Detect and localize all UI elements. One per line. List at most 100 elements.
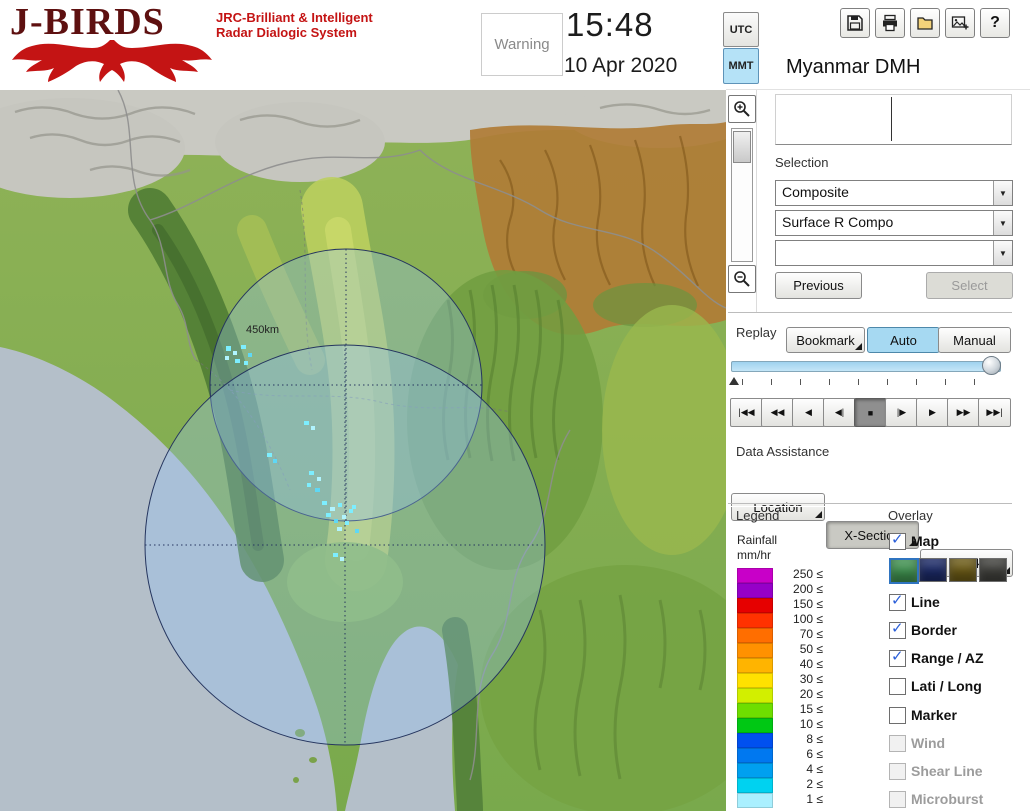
print-button[interactable] — [875, 8, 905, 38]
warning-status-box: Warning — [481, 13, 563, 76]
legend-value: 15 ≤ — [799, 702, 823, 716]
map-zoom-scrollbar[interactable] — [731, 128, 753, 262]
playback-fast-forward-button[interactable]: ▶▶ — [947, 398, 980, 427]
timezone-mmt-button[interactable]: MMT — [723, 48, 759, 84]
replay-auto-button[interactable]: Auto — [867, 327, 940, 353]
save-button[interactable] — [840, 8, 870, 38]
map-style-gray-swatch[interactable] — [979, 558, 1007, 582]
legend-value: 50 ≤ — [799, 642, 823, 656]
chevron-down-icon[interactable] — [993, 241, 1012, 265]
legend-color-swatch — [737, 613, 773, 628]
legend-color-swatch — [737, 688, 773, 703]
border-checkbox[interactable] — [889, 619, 906, 639]
range-az-checkbox[interactable] — [889, 647, 906, 667]
zoom-in-button[interactable] — [728, 95, 756, 123]
legend-row: 20 ≤ — [737, 687, 877, 703]
legend-value: 40 ≤ — [799, 657, 823, 671]
map-style-dark-blue-swatch[interactable] — [919, 558, 947, 582]
map-checkbox[interactable] — [889, 530, 906, 550]
radar-map-canvas[interactable]: 450km — [0, 90, 726, 811]
playback-reverse-button[interactable]: ◀ — [792, 398, 825, 427]
legend-color-swatch — [737, 748, 773, 763]
open-folder-button[interactable] — [910, 8, 940, 38]
timeline-start-marker — [729, 377, 739, 385]
timezone-utc-button[interactable]: UTC — [723, 12, 759, 47]
app-logo-subtitle: JRC-Brilliant & Intelligent Radar Dialog… — [216, 10, 373, 40]
zoom-out-icon — [734, 271, 750, 287]
playback-stop-button[interactable]: ■ — [854, 398, 887, 427]
app-logo-subtitle-line1: JRC-Brilliant & Intelligent — [216, 10, 373, 25]
legend-value: 6 ≤ — [806, 747, 823, 761]
eagle-logo-icon — [12, 40, 212, 82]
marker-checkbox[interactable] — [889, 707, 906, 724]
legend-color-swatch — [737, 583, 773, 598]
control-panel: Selection Composite Surface R Compo Prev… — [726, 90, 1030, 811]
playback-play-button[interactable]: ▶ — [916, 398, 949, 427]
range-ring-label: 450km — [246, 324, 279, 336]
overlay-item-label: Lati / Long — [911, 678, 982, 694]
map-style-olive-swatch[interactable] — [949, 558, 977, 582]
legend-value: 10 ≤ — [799, 717, 823, 731]
text-cursor — [891, 97, 892, 141]
legend-value: 70 ≤ — [799, 627, 823, 641]
replay-timeline-thumb[interactable] — [982, 356, 1001, 375]
replay-timeline-slider[interactable] — [731, 361, 1001, 372]
help-icon: ? — [990, 14, 1000, 31]
legend-color-swatch — [737, 718, 773, 733]
map-style-terrain-swatch[interactable] — [889, 558, 919, 584]
legend-row: 150 ≤ — [737, 597, 877, 613]
message-input-area[interactable] — [775, 94, 1012, 145]
legend-row: 30 ≤ — [737, 672, 877, 688]
lati-long-checkbox[interactable] — [889, 678, 906, 695]
legend-row: 1 ≤ — [737, 792, 877, 808]
product-option-combobox[interactable] — [775, 240, 1013, 266]
playback-skip-start-button[interactable]: |◀◀ — [730, 398, 763, 427]
playback-step-forward-button[interactable]: |▶ — [885, 398, 918, 427]
chevron-down-icon[interactable] — [993, 181, 1012, 205]
overlay-section-label: Overlay — [888, 508, 933, 523]
site-name: Myanmar DMH — [786, 56, 921, 78]
app-logo-subtitle-line2: Radar Dialogic System — [216, 25, 357, 40]
legend-row: 10 ≤ — [737, 717, 877, 733]
header: J-BIRDS JRC-Brilliant & Intelligent Rada… — [0, 0, 1030, 90]
product-group-value: Composite — [782, 184, 849, 200]
legend-color-swatch — [737, 598, 773, 613]
data-assistance-section-label: Data Assistance — [736, 444, 830, 459]
legend-value: 150 ≤ — [793, 597, 823, 611]
legend-color-swatch — [737, 793, 773, 808]
product-value: Surface R Compo — [782, 214, 894, 230]
replay-manual-button[interactable]: Manual — [938, 327, 1011, 353]
playback-skip-end-button[interactable]: ▶▶| — [978, 398, 1011, 427]
save-icon — [847, 15, 863, 31]
zoom-out-button[interactable] — [728, 265, 756, 293]
playback-fast-rewind-button[interactable]: ◀◀ — [761, 398, 794, 427]
legend-row: 8 ≤ — [737, 732, 877, 748]
legend-value: 8 ≤ — [806, 732, 823, 746]
legend-value: 4 ≤ — [806, 762, 823, 776]
playback-step-back-button[interactable]: ◀| — [823, 398, 856, 427]
jbirds-app: J-BIRDS JRC-Brilliant & Intelligent Rada… — [0, 0, 1030, 811]
legend-row: 15 ≤ — [737, 702, 877, 718]
overlay-item-label: Wind — [911, 735, 946, 751]
product-group-combobox[interactable]: Composite — [775, 180, 1013, 206]
map-zoom-scrollbar-thumb[interactable] — [733, 131, 751, 163]
select-button[interactable]: Select — [926, 272, 1013, 299]
previous-button[interactable]: Previous — [775, 272, 862, 299]
map-tools-divider — [756, 90, 757, 312]
export-image-button[interactable] — [945, 8, 975, 38]
legend-color-swatch — [737, 673, 773, 688]
bookmark-button[interactable]: Bookmark — [786, 327, 865, 353]
chevron-down-icon[interactable] — [993, 211, 1012, 235]
line-checkbox[interactable] — [889, 591, 906, 611]
legend-section-label: Legend — [736, 508, 780, 523]
shear-line-checkbox — [889, 763, 906, 780]
help-button[interactable]: ? — [980, 8, 1010, 38]
warning-label: Warning — [494, 36, 550, 53]
clock-date: 10 Apr 2020 — [564, 54, 678, 77]
legend-value: 20 ≤ — [799, 687, 823, 701]
product-combobox[interactable]: Surface R Compo — [775, 210, 1013, 236]
legend-color-swatch — [737, 763, 773, 778]
legend-color-swatch — [737, 568, 773, 583]
radar-map[interactable]: 450km — [0, 90, 726, 811]
replay-section-label: Replay — [736, 325, 777, 340]
